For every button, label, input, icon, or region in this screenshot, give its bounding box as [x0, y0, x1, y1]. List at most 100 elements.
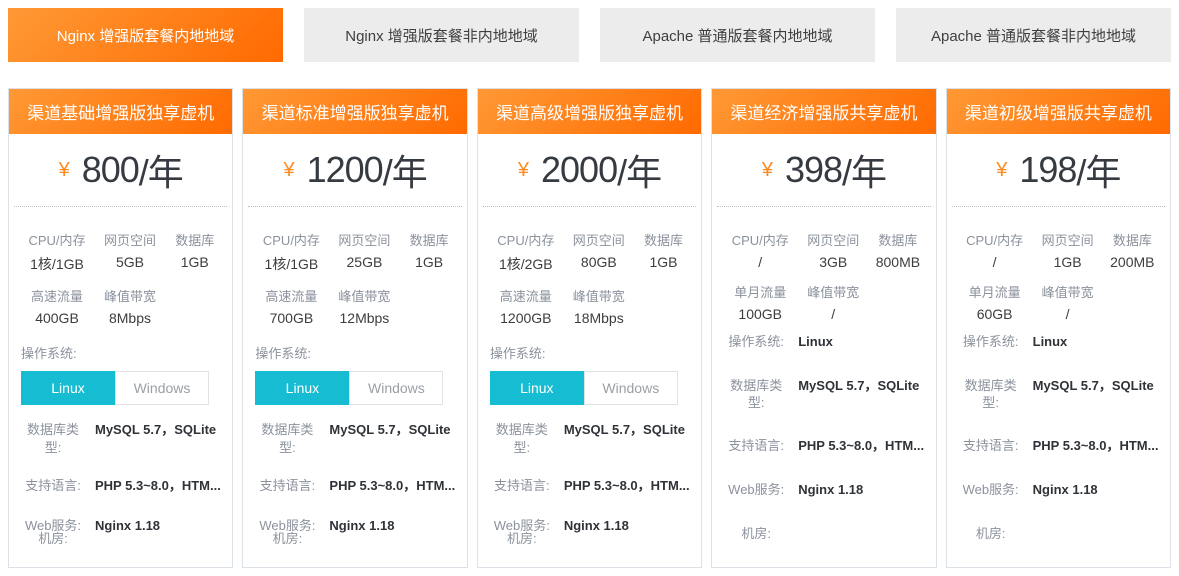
detail-label: 数据库类型:: [724, 377, 788, 412]
detail-value: PHP 5.3~8.0，HTM...: [1033, 437, 1159, 456]
os-button-windows[interactable]: Windows: [349, 371, 443, 405]
plan-price: ¥ 398 /年: [717, 134, 930, 207]
spec-value: 800MB: [870, 252, 925, 275]
spec-value: 3GB: [796, 252, 870, 275]
price-unit: /年: [1076, 144, 1120, 196]
os-button-linux[interactable]: Linux: [490, 371, 584, 405]
plan-card-2: 渠道标准增强版独享虚机 ¥ 1200 /年 CPU/内存网页空间数据库1核/1G…: [242, 88, 467, 568]
os-value: Linux: [798, 333, 833, 352]
detail-value: Nginx 1.18: [564, 517, 629, 536]
os-section: 操作系统:LinuxWindows: [478, 333, 701, 405]
spec-value: 5GB: [93, 252, 167, 279]
spec-value: 8Mbps: [93, 308, 167, 331]
detail-value: PHP 5.3~8.0，HTM...: [95, 477, 221, 496]
spec-label: CPU/内存: [959, 223, 1031, 252]
os-button-windows[interactable]: Windows: [584, 371, 678, 405]
tab-2[interactable]: Nginx 增强版套餐非内地地域: [304, 8, 579, 62]
spec-label: CPU/内存: [21, 223, 93, 252]
spec-value-line: 400GB8Mbps: [21, 308, 222, 331]
spec-label: CPU/内存: [255, 223, 327, 252]
detail-label: 支持语言:: [255, 477, 319, 495]
spec-label: 单月流量: [724, 275, 796, 304]
detail-label: 机房:: [21, 530, 85, 548]
detail-label: 支持语言:: [490, 477, 554, 495]
os-button-group: LinuxWindows: [490, 371, 678, 405]
os-button-windows[interactable]: Windows: [115, 371, 209, 405]
detail-label: 支持语言:: [959, 437, 1023, 455]
spec-label: 网页空间: [93, 223, 167, 252]
spec-label: 高速流量: [255, 279, 327, 308]
detail-rows: 操作系统:Linux数据库类型:MySQL 5.7，SQLite支持语言:PHP…: [947, 329, 1170, 542]
price-amount: 800: [82, 149, 139, 191]
detail-row: Web服务:Nginx 1.18: [724, 481, 927, 500]
spec-label: 峰值带宽: [562, 279, 636, 308]
spec-label: 网页空间: [562, 223, 636, 252]
detail-row: 支持语言: PHP 5.3~8.0，HTM...: [959, 437, 1162, 456]
plan-title: 渠道基础增强版独享虚机: [9, 89, 232, 134]
currency-symbol: ¥: [59, 159, 70, 182]
spec-value: 400GB: [21, 308, 93, 331]
spec-label-line: 高速流量峰值带宽: [255, 279, 456, 308]
spec-value-line: /3GB800MB: [724, 252, 925, 275]
tab-1[interactable]: Nginx 增强版套餐内地地域: [8, 8, 283, 62]
currency-symbol: ¥: [518, 159, 529, 182]
spec-label: 高速流量: [21, 279, 93, 308]
spec-value: 700GB: [255, 308, 327, 331]
spec-label: 网页空间: [796, 223, 870, 252]
spec-grid: CPU/内存网页空间数据库1核/1GB5GB1GB高速流量峰值带宽400GB8M…: [9, 207, 232, 333]
spec-value-line: 60GB/: [959, 304, 1160, 327]
spec-value-line: /1GB200MB: [959, 252, 1160, 275]
spec-label: CPU/内存: [490, 223, 562, 252]
tab-3[interactable]: Apache 普通版套餐内地地域: [600, 8, 875, 62]
plan-title: 渠道标准增强版独享虚机: [243, 89, 466, 134]
detail-label: 机房:: [724, 525, 788, 543]
os-row: 操作系统:Linux: [724, 333, 927, 352]
detail-value: Nginx 1.18: [798, 481, 863, 500]
detail-value: MySQL 5.7，SQLite: [564, 421, 685, 440]
spec-label: 网页空间: [327, 223, 401, 252]
os-label: 操作系统:: [243, 333, 466, 371]
spec-value: 200MB: [1105, 252, 1160, 275]
spec-value: /: [796, 304, 870, 327]
spec-value-line: 1200GB18Mbps: [490, 308, 691, 331]
detail-row: 数据库类型:MySQL 5.7，SQLite: [490, 421, 693, 456]
detail-value: MySQL 5.7，SQLite: [95, 421, 216, 440]
plan-card-3: 渠道高级增强版独享虚机 ¥ 2000 /年 CPU/内存网页空间数据库1核/2G…: [477, 88, 702, 568]
detail-row: 机房:: [724, 525, 927, 543]
detail-value: PHP 5.3~8.0，HTM...: [798, 437, 924, 456]
price-amount: 398: [785, 149, 842, 191]
spec-grid: CPU/内存网页空间数据库/1GB200MB单月流量峰值带宽60GB/: [947, 207, 1170, 329]
detail-row: 机房:: [959, 525, 1162, 543]
spec-label-line: CPU/内存网页空间数据库: [255, 223, 456, 252]
os-button-linux[interactable]: Linux: [21, 371, 115, 405]
spec-value: /: [1031, 304, 1105, 327]
spec-label: 峰值带宽: [93, 279, 167, 308]
spec-label: 数据库: [636, 223, 691, 252]
detail-label: 支持语言:: [21, 477, 85, 495]
detail-label: 数据库类型:: [959, 377, 1023, 412]
currency-symbol: ¥: [762, 159, 773, 182]
detail-value: MySQL 5.7，SQLite: [1033, 377, 1154, 396]
os-button-linux[interactable]: Linux: [255, 371, 349, 405]
detail-value: Nginx 1.18: [95, 517, 160, 536]
detail-value: Nginx 1.18: [329, 517, 394, 536]
detail-rows: 数据库类型:MySQL 5.7，SQLite 支持语言: PHP 5.3~8.0，H…: [478, 417, 701, 547]
detail-value: PHP 5.3~8.0，HTM...: [564, 477, 690, 496]
detail-row: 数据库类型:MySQL 5.7，SQLite: [255, 421, 458, 456]
price-unit: /年: [842, 144, 886, 196]
spec-value: 1GB: [401, 252, 456, 279]
plan-title: 渠道高级增强版独享虚机: [478, 89, 701, 134]
plan-card-5: 渠道初级增强版共享虚机 ¥ 198 /年 CPU/内存网页空间数据库/1GB20…: [946, 88, 1171, 568]
os-label: 操作系统:: [959, 333, 1023, 351]
detail-row: 数据库类型: MySQL 5.7，SQLite: [959, 377, 1162, 412]
detail-value: Nginx 1.18: [1033, 481, 1098, 500]
spec-value: 1核/2GB: [490, 252, 562, 279]
tab-4[interactable]: Apache 普通版套餐非内地地域: [896, 8, 1171, 62]
detail-row: 支持语言:PHP 5.3~8.0，HTM...: [724, 437, 927, 456]
currency-symbol: ¥: [283, 159, 294, 182]
currency-symbol: ¥: [996, 159, 1007, 182]
detail-label: 数据库类型:: [255, 421, 319, 456]
spec-label: CPU/内存: [724, 223, 796, 252]
spec-value: 1GB: [167, 252, 222, 279]
spec-value-line: 700GB12Mbps: [255, 308, 456, 331]
